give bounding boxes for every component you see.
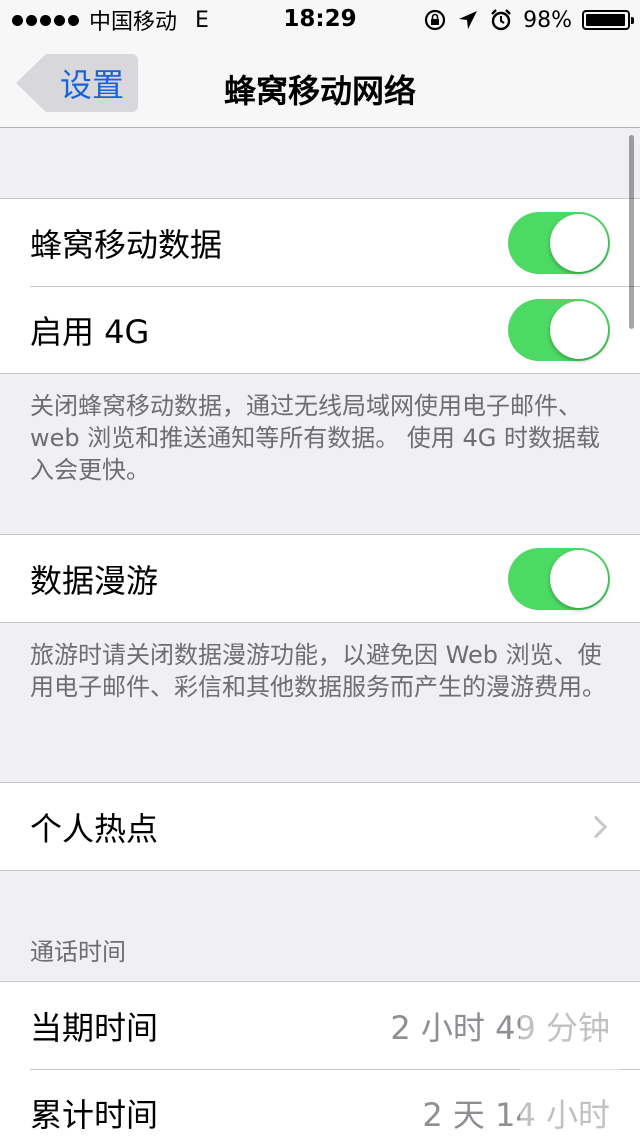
cellular-data-row: 蜂窝移动数据	[0, 199, 640, 286]
toggle-knob	[550, 300, 608, 359]
personal-hotspot-label: 个人热点	[30, 809, 159, 848]
personal-hotspot-row[interactable]: 个人热点	[0, 783, 640, 870]
scrollbar[interactable]	[629, 135, 634, 329]
data-roaming-toggle[interactable]	[508, 547, 610, 610]
hotspot-group: 个人热点	[0, 782, 640, 871]
cellular-group: 蜂窝移动数据 启用 4G	[0, 198, 640, 374]
enable-4g-row: 启用 4G	[0, 286, 640, 373]
cellular-data-label: 蜂窝移动数据	[30, 225, 223, 264]
watermark	[520, 990, 620, 1130]
enable-4g-toggle[interactable]	[508, 298, 610, 361]
settings-list[interactable]: 蜂窝移动数据 启用 4G 关闭蜂窝移动数据，通过无线局域网使用电子邮件、web …	[0, 129, 640, 1136]
toggle-knob	[550, 549, 608, 608]
status-bar: 中国移动 E 18:29 98%	[0, 0, 640, 40]
alarm-icon	[491, 9, 511, 31]
navigation-bar: 设置 蜂窝移动网络	[0, 40, 640, 128]
toggle-knob	[550, 213, 608, 272]
enable-4g-label: 启用 4G	[30, 312, 150, 351]
roaming-footer-note: 旅游时请关闭数据漫游功能，以避免因 Web 浏览、使用电子邮件、彩信和其他数据服…	[30, 641, 606, 701]
roaming-group: 数据漫游	[0, 534, 640, 623]
chevron-right-icon	[584, 815, 608, 838]
lifetime-label: 累计时间	[30, 1095, 159, 1134]
call-time-header: 通话时间	[30, 938, 126, 966]
battery-icon	[582, 10, 634, 30]
rotation-lock-icon	[424, 9, 446, 31]
current-period-label: 当期时间	[30, 1008, 159, 1047]
data-roaming-row: 数据漫游	[0, 535, 640, 622]
data-roaming-label: 数据漫游	[30, 561, 159, 600]
battery-level	[586, 14, 626, 26]
page-title: 蜂窝移动网络	[223, 72, 416, 110]
battery-percent: 98%	[523, 7, 572, 33]
location-icon	[459, 11, 478, 29]
status-right: 98%	[423, 6, 634, 34]
cellular-data-toggle[interactable]	[508, 211, 610, 274]
cellular-footer-note: 关闭蜂窝移动数据，通过无线局域网使用电子邮件、web 浏览和推送通知等所有数据。…	[30, 392, 601, 484]
